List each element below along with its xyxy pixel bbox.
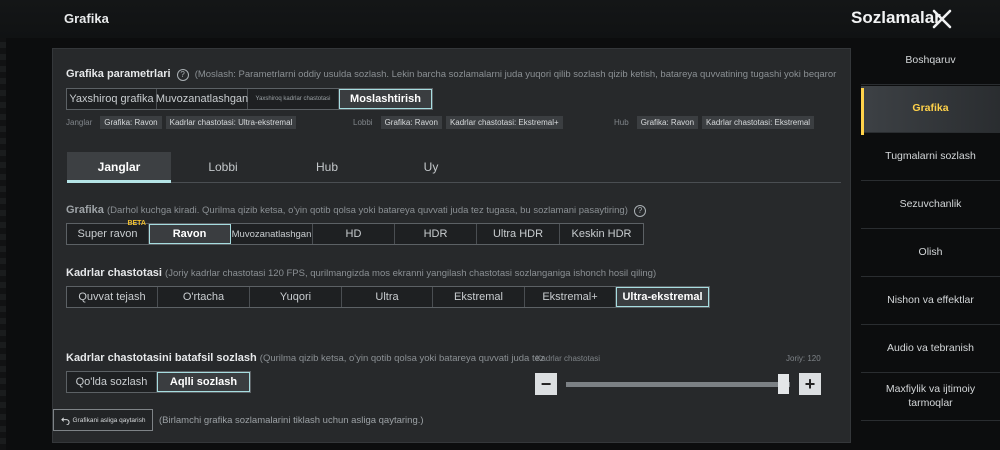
finetune-mode-selector: Qo'lda sozlash Aqlli sozlash xyxy=(66,371,251,393)
graphics-option-active[interactable]: Ravon xyxy=(149,224,231,244)
framerate-slider-thumb[interactable] xyxy=(777,374,789,394)
summary-label: Janglar xyxy=(66,118,93,127)
summary-chip: Grafika: Ravon xyxy=(100,116,162,129)
reset-button-label: Grafikani asliga qaytarish xyxy=(72,416,146,424)
framerate-section-header: Kadrlar chastotasi (Joriy kadrlar chasto… xyxy=(66,267,656,279)
preset-summary-lobby: Lobbi Grafika: Ravon Kadrlar chastotasi:… xyxy=(353,116,563,129)
sidebar-item-sensitivity[interactable]: Sezuvchanlik xyxy=(861,182,1000,229)
sidebar-item-graphics[interactable]: Grafika xyxy=(861,86,1000,133)
preset-selector: Yaxshiroq grafika Muvozanatlashgan Yaxsh… xyxy=(66,88,433,110)
summary-chip: Kadrlar chastotasi: Ekstremal+ xyxy=(445,116,563,129)
finetune-title: Kadrlar chastotasini batafsil sozlash xyxy=(66,352,257,364)
graphics-option[interactable]: HD xyxy=(313,224,395,244)
graphics-option[interactable]: Ultra HDR xyxy=(477,224,560,244)
summary-label: Lobbi xyxy=(353,118,373,127)
tabs-divider xyxy=(67,182,841,183)
graphics-title: Grafika xyxy=(66,204,104,216)
preset-summary-hub: Hub Grafika: Ravon Kadrlar chastotasi: E… xyxy=(614,116,815,129)
tab-hub[interactable]: Hub xyxy=(275,152,379,182)
framerate-option[interactable]: O'rtacha xyxy=(158,287,250,307)
sidebar-item-privacy[interactable]: Maxfiylik va ijtimoiy tarmoqlar xyxy=(861,374,1000,421)
summary-chip: Kadrlar chastotasi: Ekstremal xyxy=(702,116,815,129)
preset-option[interactable]: Yaxshiroq kadrlar chastotasi xyxy=(248,89,339,109)
decrease-button[interactable]: − xyxy=(535,373,557,395)
sidebar-item-button-layout[interactable]: Tugmalarni sozlash xyxy=(861,134,1000,181)
graphics-hint: (Darhol kuchga kiradi. Qurilma qizib ket… xyxy=(106,205,628,216)
top-bar: Grafika Sozlamalar xyxy=(0,0,1000,38)
increase-button[interactable]: + xyxy=(799,373,821,395)
mode-tabs: Janglar Lobbi Hub Uy xyxy=(67,152,787,182)
close-icon[interactable] xyxy=(930,7,954,31)
sidebar-item-controls[interactable]: Boshqaruv xyxy=(861,38,1000,85)
reset-graphics-button[interactable]: Grafikani asliga qaytarish xyxy=(53,409,153,431)
framerate-option[interactable]: Ultra xyxy=(342,287,433,307)
beta-badge: BETA xyxy=(127,220,146,227)
help-icon[interactable]: ? xyxy=(633,205,646,217)
graphics-section-header: Grafika (Darhol kuchga kiradi. Qurilma q… xyxy=(66,204,646,217)
sidebar-item-effects[interactable]: Nishon va effektlar xyxy=(861,278,1000,325)
framerate-option[interactable]: Quvvat tejash xyxy=(67,287,158,307)
preset-section-header: Grafika parametrlari ? (Moslash: Paramet… xyxy=(66,68,836,81)
sidebar-active-marker xyxy=(861,88,864,135)
settings-sidebar: Boshqaruv Grafika Tugmalarni sozlash Sez… xyxy=(861,38,1000,450)
graphics-option[interactable]: Super ravon BETA xyxy=(67,220,149,244)
sidebar-item-pickup[interactable]: Olish xyxy=(861,230,1000,277)
settings-title: Sozlamalar xyxy=(851,8,941,27)
framerate-option[interactable]: Ekstremal xyxy=(433,287,525,307)
left-edge-decoration xyxy=(0,30,6,450)
help-icon[interactable]: ? xyxy=(176,69,189,81)
framerate-selector: Quvvat tejash O'rtacha Yuqori Ultra Ekst… xyxy=(66,286,710,308)
summary-chip: Grafika: Ravon xyxy=(380,116,442,129)
preset-hint: (Moslash: Parametrlarni oddiy usulda soz… xyxy=(194,69,837,80)
summary-chip: Grafika: Ravon xyxy=(636,116,699,129)
section-title: Grafika xyxy=(64,11,109,26)
framerate-title: Kadrlar chastotasi xyxy=(66,267,162,279)
undo-icon xyxy=(60,416,70,425)
preset-option-active[interactable]: Moslashtirish xyxy=(339,89,432,109)
smart-tune-option-active[interactable]: Aqlli sozlash xyxy=(157,372,250,392)
graphics-option[interactable]: HDR xyxy=(395,224,477,244)
active-tab-underline xyxy=(67,180,171,183)
graphics-option-label: Super ravon xyxy=(77,228,138,240)
graphics-option[interactable]: Keskin HDR xyxy=(560,224,643,244)
preset-summary-battles: Janglar Grafika: Ravon Kadrlar chastotas… xyxy=(66,116,297,129)
tab-lobby[interactable]: Lobbi xyxy=(171,152,275,182)
preset-option[interactable]: Muvozanatlashgan xyxy=(156,89,248,109)
manual-tune-option[interactable]: Qo'lda sozlash xyxy=(67,372,157,392)
preset-title: Grafika parametrlari xyxy=(66,68,171,80)
framerate-option[interactable]: Yuqori xyxy=(250,287,342,307)
framerate-hint: (Joriy kadrlar chastotasi 120 FPS, quril… xyxy=(165,268,657,279)
summary-chip: Kadrlar chastotasi: Ultra-ekstremal xyxy=(165,116,297,129)
framerate-option[interactable]: Ekstremal+ xyxy=(525,287,616,307)
preset-option[interactable]: Yaxshiroq grafika xyxy=(67,89,157,109)
summary-label: Hub xyxy=(614,118,629,127)
slider-current-value: Joriy: 120 xyxy=(786,354,821,363)
tab-home[interactable]: Uy xyxy=(379,152,483,182)
tab-battles[interactable]: Janglar xyxy=(67,152,171,182)
finetune-section-header: Kadrlar chastotasini batafsil sozlash (Q… xyxy=(66,352,545,364)
framerate-option-active[interactable]: Ultra-ekstremal xyxy=(616,287,709,307)
reset-hint: (Birlamchi grafika sozlamalarini tiklash… xyxy=(159,415,424,426)
graphics-quality-selector: Super ravon BETA Ravon Muvozanatlashgan … xyxy=(66,220,644,245)
sidebar-item-audio[interactable]: Audio va tebranish xyxy=(861,326,1000,373)
framerate-slider-track[interactable] xyxy=(566,382,790,387)
slider-label: Kadrlar chastotasi xyxy=(536,354,601,363)
finetune-hint: (Qurilma qizib ketsa, o'yin qotib qolsa … xyxy=(259,353,545,364)
graphics-option[interactable]: Muvozanatlashgan xyxy=(231,224,313,244)
